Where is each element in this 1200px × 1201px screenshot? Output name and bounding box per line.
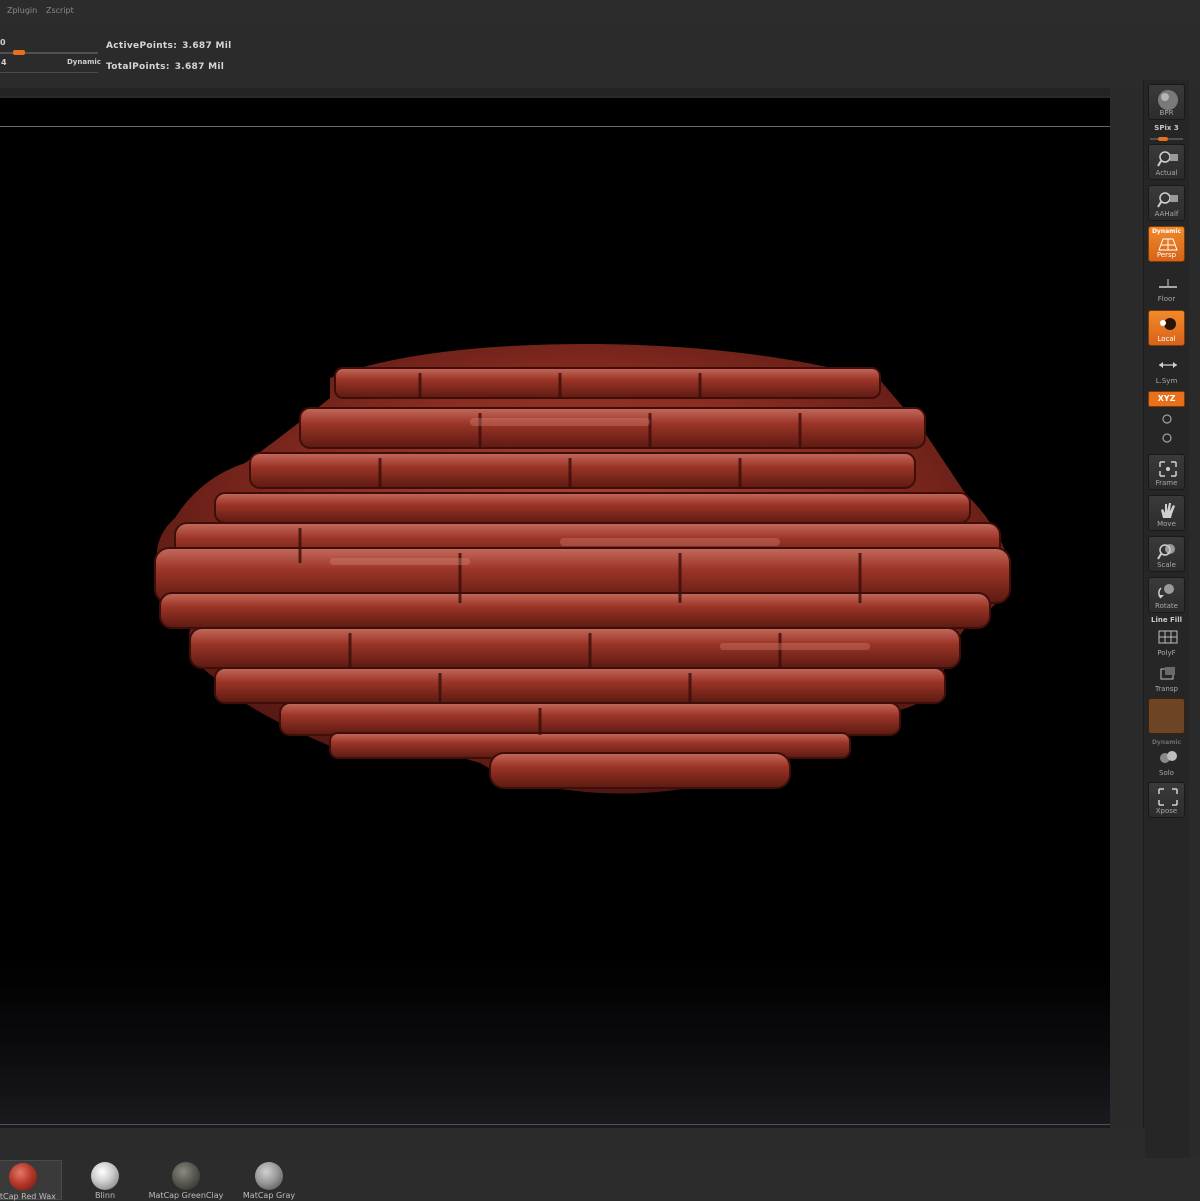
- floor-icon: [1159, 279, 1177, 288]
- transparency-icon: [1160, 667, 1175, 680]
- persp-label: Persp: [1156, 251, 1177, 259]
- local-symmetry-icon: [1160, 318, 1176, 330]
- rotate-icon: [1158, 584, 1174, 599]
- polyf-button[interactable]: PolyF: [1148, 624, 1185, 660]
- info-bar: [0, 22, 1200, 88]
- scale-label: Scale: [1157, 561, 1176, 569]
- viewport-bottom-line: [0, 1124, 1110, 1125]
- frame-label: Frame: [1155, 479, 1178, 487]
- active-points: ActivePoints: 3.687 Mil: [106, 41, 232, 51]
- lsym-arrows-icon: [1159, 362, 1177, 368]
- top-separator: [0, 88, 1145, 96]
- solo-button[interactable]: Solo: [1148, 744, 1185, 780]
- xpose-arrows-icon: [1158, 788, 1178, 806]
- bpr-label: BPR: [1159, 109, 1174, 117]
- move-label: Move: [1157, 520, 1176, 528]
- lsym-label: L.Sym: [1155, 377, 1178, 385]
- total-points-label: TotalPoints:: [106, 62, 170, 72]
- xpose-label: Xpose: [1155, 807, 1178, 815]
- actual-button[interactable]: Actual: [1148, 144, 1185, 180]
- linefill-caption: Line Fill: [1150, 616, 1182, 624]
- frame-icon: [1159, 461, 1177, 477]
- menu-zscript[interactable]: Zscript: [46, 6, 74, 15]
- perspective-grid-icon: [1158, 238, 1178, 251]
- bpr-sphere-icon: [1158, 90, 1178, 110]
- frame-button[interactable]: Frame: [1148, 454, 1185, 490]
- bottom-separator: [0, 1128, 1145, 1158]
- active-points-label: ActivePoints:: [106, 41, 178, 51]
- move-button[interactable]: Move: [1148, 495, 1185, 531]
- total-points: TotalPoints: 3.687 Mil: [106, 62, 224, 72]
- slider-divider: [0, 72, 98, 73]
- floor-button[interactable]: Floor: [1148, 270, 1185, 306]
- material-sphere-icon: [9, 1163, 37, 1191]
- ghost-button[interactable]: [1148, 698, 1185, 734]
- rock-model[interactable]: [0, 98, 1110, 1128]
- local-label: Local: [1157, 335, 1176, 343]
- spix-knob[interactable]: [1158, 137, 1168, 141]
- material-label: MatCap Gray: [242, 1191, 296, 1200]
- aahalf-button[interactable]: AAHalf: [1148, 185, 1185, 221]
- material-label: MatCap GreenClay: [148, 1191, 224, 1200]
- menu-bar: Zplugin Zscript: [0, 0, 1200, 22]
- material-matcap-greenclay[interactable]: MatCap GreenClay: [146, 1160, 226, 1200]
- menu-zplugin[interactable]: Zplugin: [7, 6, 37, 15]
- magnifier-half-icon: [1157, 192, 1178, 208]
- hand-move-icon: [1161, 503, 1175, 518]
- total-points-value: 3.687 Mil: [174, 62, 225, 72]
- lsym-button[interactable]: L.Sym: [1148, 352, 1185, 388]
- material-sphere-icon: [91, 1162, 119, 1190]
- rotate-button[interactable]: Rotate: [1148, 577, 1185, 613]
- magnifier-icon: [1157, 151, 1178, 167]
- z-rotation-icon[interactable]: [1158, 431, 1176, 445]
- solo-spheres-icon: [1160, 751, 1177, 763]
- material-label: Blinn: [94, 1191, 116, 1200]
- transp-label: Transp: [1155, 685, 1178, 693]
- scale-button[interactable]: Scale: [1148, 536, 1185, 572]
- polyframe-grid-icon: [1158, 630, 1178, 644]
- scale-magnifier-icon: [1157, 544, 1175, 560]
- material-matcap-gray[interactable]: MatCap Gray: [229, 1160, 309, 1200]
- persp-button[interactable]: Dynamic Persp: [1148, 226, 1185, 262]
- polyf-label: PolyF: [1157, 649, 1176, 657]
- dynamic-label[interactable]: Dynamic: [67, 58, 101, 66]
- material-sphere-icon: [172, 1162, 200, 1190]
- xpose-button[interactable]: Xpose: [1148, 782, 1185, 818]
- top-value: 0: [0, 38, 6, 47]
- material-blinn[interactable]: Blinn: [65, 1160, 145, 1200]
- active-points-value: 3.687 Mil: [182, 41, 232, 51]
- persp-dynamic-caption: Dynamic: [1151, 228, 1182, 235]
- solo-label: Solo: [1159, 769, 1174, 777]
- material-matcap-red-wax[interactable]: MatCap Red Wax: [0, 1160, 62, 1201]
- floor-label: Floor: [1157, 295, 1176, 303]
- bottom-value: 4: [1, 58, 7, 67]
- xyz-rotation-button[interactable]: XYZ: [1148, 391, 1185, 407]
- canvas-viewport[interactable]: [0, 98, 1110, 1128]
- spix-label: SPix 3: [1154, 124, 1179, 132]
- actual-label: Actual: [1155, 169, 1178, 177]
- slider-knob[interactable]: [13, 50, 25, 55]
- material-sphere-icon: [255, 1162, 283, 1190]
- aahalf-label: AAHalf: [1154, 210, 1179, 218]
- y-rotation-icon[interactable]: [1158, 412, 1176, 426]
- local-button[interactable]: Local: [1148, 310, 1185, 346]
- transp-button[interactable]: Transp: [1148, 660, 1185, 696]
- rotate-label: Rotate: [1155, 602, 1178, 610]
- bpr-button[interactable]: BPR: [1148, 84, 1185, 120]
